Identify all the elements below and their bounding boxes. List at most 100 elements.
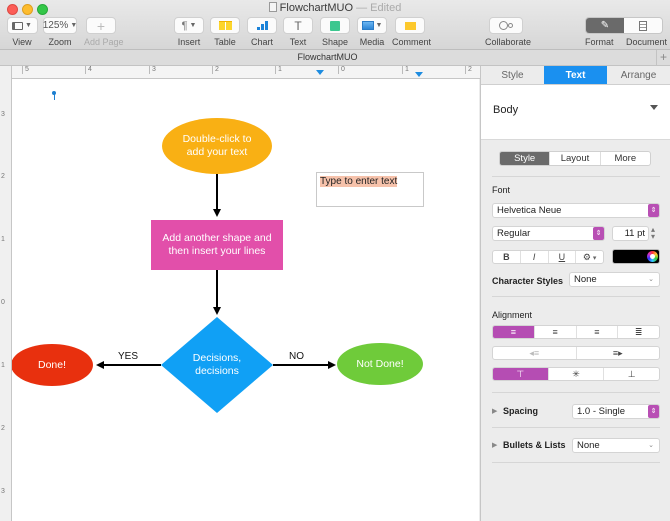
character-styles-select[interactable]: None ⌄ [569,272,660,287]
bar-chart-icon [256,21,268,30]
text-button[interactable]: T Text [283,17,313,47]
chevron-down-icon: ▼ [70,22,78,29]
font-size-stepper[interactable]: ▴ ▾ [651,226,655,241]
justify-icon[interactable]: ≣ [618,326,659,338]
process-text-line: then insert your lines [168,245,266,257]
underline-button[interactable]: U [549,251,577,263]
tab-text[interactable]: Text [544,66,607,84]
tab-arrange[interactable]: Arrange [607,66,670,84]
align-left-icon[interactable]: ≡ [493,326,535,338]
paragraph-icon: ¶ [181,19,188,32]
document-canvas[interactable]: Double-click to add your text Add anothe… [12,79,479,521]
edited-status: — Edited [356,2,402,14]
indent-buttons: ◂≡ ≡▸ [492,346,660,360]
character-styles-label: Character Styles [492,276,564,286]
color-wheel-icon[interactable] [647,251,658,262]
collaborate-button[interactable]: Collaborate [485,17,532,47]
done-text[interactable]: Done! [12,357,92,373]
font-size-field[interactable]: 11 pt [612,226,649,241]
not-done-text[interactable]: Not Done! [337,356,423,372]
tab-style[interactable]: Style [481,66,544,84]
ruler-tick: 3 [1,488,5,495]
ruler-tick: 0 [1,299,5,306]
shape-label: Shape [321,37,349,47]
spacing-label[interactable]: Spacing [503,406,538,416]
process-text-line: Add another shape and [162,232,272,244]
italic-button[interactable]: I [521,251,549,263]
text-color-well[interactable] [612,249,660,264]
disclosure-triangle-icon[interactable]: ▶ [492,441,497,449]
horizontal-ruler[interactable]: 5 4 3 2 1 0 1 2 [12,66,480,79]
decision-text[interactable]: Decisions, decisions [172,350,262,380]
decrease-indent-icon[interactable]: ◂≡ [493,347,577,359]
ruler-tick: 2 [212,66,219,74]
document-button[interactable] [624,18,662,33]
chart-button[interactable]: Chart [247,17,277,47]
view-button[interactable]: ▼ View [6,17,38,47]
paintbrush-icon: ✎ [600,20,610,31]
text-box-placeholder: Type to enter text [320,176,398,187]
divider [492,462,660,463]
bullets-select[interactable]: None ⌄ [572,438,660,453]
vertical-ruler[interactable]: 3 2 1 0 1 2 3 [0,66,12,521]
align-top-icon[interactable]: ⊤ [493,368,549,380]
up-down-chevron-icon: ⇕ [648,405,659,418]
shape-button[interactable]: Shape [320,17,350,47]
chevron-down-icon: ▼ [25,22,32,29]
table-button[interactable]: Table [210,17,240,47]
insert-button[interactable]: ¶ ▼ Insert [174,17,204,47]
ruler-tick: 1 [402,66,409,74]
shape-icon [330,20,340,31]
new-tab-button[interactable]: + [656,50,670,66]
align-right-icon[interactable]: ≡ [577,326,619,338]
disclosure-triangle-icon[interactable]: ▶ [492,407,497,415]
ruler-tick: 0 [338,66,345,74]
sidebar-icon [12,21,24,30]
format-button[interactable]: ✎ [586,18,624,33]
font-family-select[interactable]: Helvetica Neue ⇕ [492,203,660,218]
up-down-chevron-icon: ⇕ [648,204,659,217]
align-bottom-icon[interactable]: ⊥ [604,368,659,380]
align-middle-icon[interactable]: ✳︎ [549,368,605,380]
window-title: FlowchartMUO — Edited [0,2,670,14]
comment-button[interactable]: Comment [392,17,431,47]
spacing-select[interactable]: 1.0 - Single ⇕ [572,404,660,419]
media-button[interactable]: ▼ Media [357,17,387,47]
align-center-icon[interactable]: ≡ [535,326,577,338]
toolbar: FlowchartMUO — Edited ▼ View 125% ▼ Zoom … [0,0,670,50]
vertical-alignment-buttons: ⊤ ✳︎ ⊥ [492,367,660,381]
ruler-tick: 3 [1,111,5,118]
collaborate-label: Collaborate [485,37,532,47]
insert-label: Insert [177,37,201,47]
zoom-label: Zoom [48,37,72,47]
document-tab-bar: FlowchartMUO + [0,50,670,66]
document-tab[interactable]: FlowchartMUO [0,52,655,62]
format-label: Format [585,37,614,47]
document-proxy-icon [268,2,277,12]
alignment-section-label: Alignment [492,310,533,320]
paragraph-style-selector[interactable]: Body [481,85,670,140]
chevron-down-icon: ▾ [590,255,597,262]
horizontal-alignment-buttons: ≡ ≡ ≡ ≣ [492,325,660,339]
process-text[interactable]: Add another shape and then insert your l… [151,229,283,261]
media-label: Media [359,37,385,47]
typeface-select[interactable]: Regular ⇕ [492,226,605,241]
subtab-more[interactable]: More [601,152,650,165]
ruler-tick: 3 [149,66,156,74]
left-indent-marker[interactable] [316,70,324,75]
bullets-lists-label[interactable]: Bullets & Lists [503,440,566,450]
window-title-text: FlowchartMUO [279,2,354,14]
text-options-button[interactable]: ⚙︎ ▾ [576,251,603,263]
subtab-style[interactable]: Style [500,152,551,165]
document-label: Document [625,37,667,47]
right-indent-marker[interactable] [415,72,423,77]
zoom-button[interactable]: 125% ▼ Zoom [43,17,77,47]
bold-button[interactable]: B [493,251,521,263]
subtab-layout[interactable]: Layout [550,152,601,165]
increase-indent-icon[interactable]: ≡▸ [577,347,660,359]
comment-icon [404,21,416,30]
start-text-line: add your text [186,146,248,158]
text-box[interactable]: Type to enter text [316,172,424,207]
start-text[interactable]: Double-click to add your text [162,131,272,161]
add-page-button[interactable]: + Add Page [84,17,124,47]
